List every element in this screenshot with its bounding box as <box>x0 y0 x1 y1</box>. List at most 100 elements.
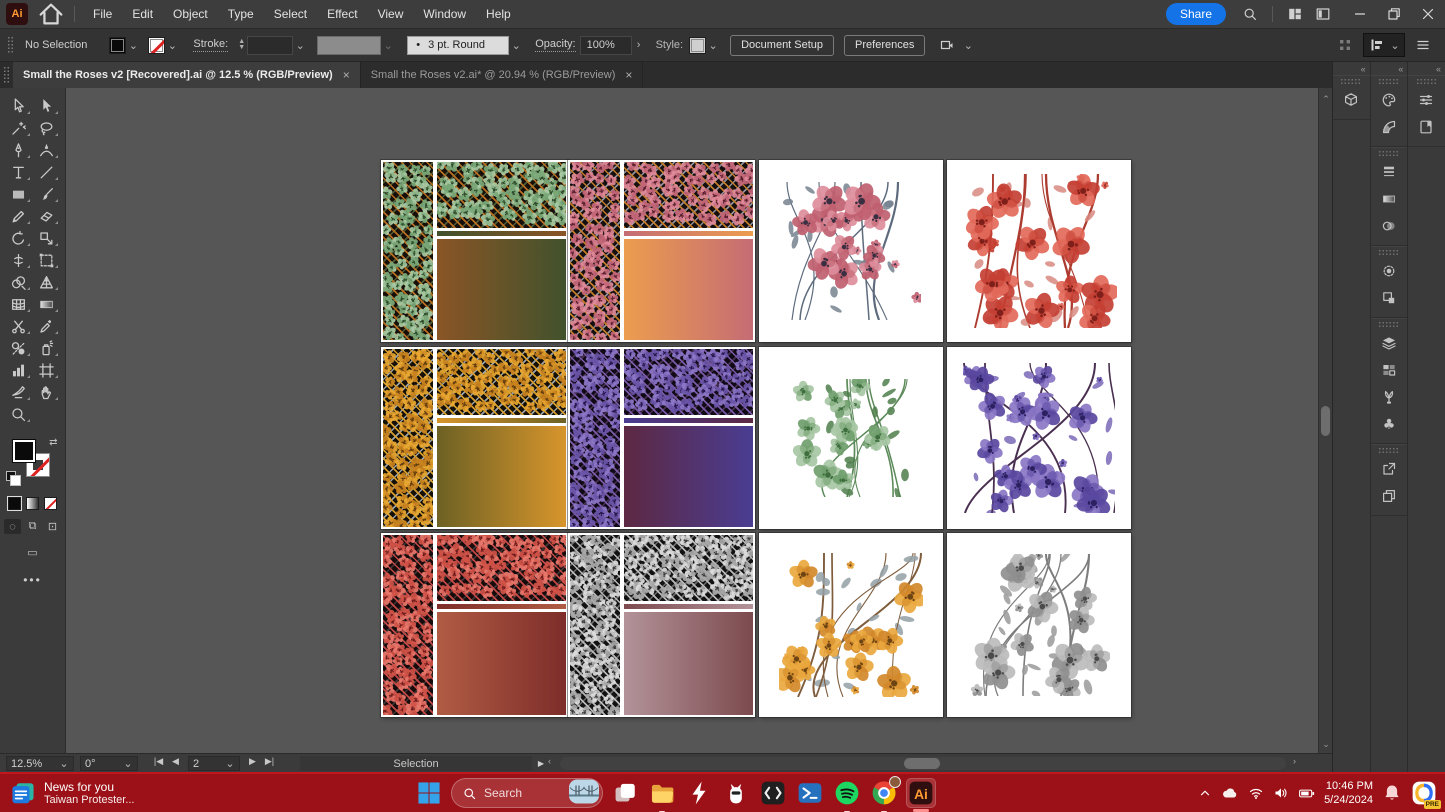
screen-mode-icon[interactable]: ▭ <box>27 546 37 559</box>
collapse-panels-icon[interactable]: « <box>1408 62 1445 75</box>
prev-artboard-icon[interactable]: ◀ <box>167 756 184 767</box>
zoom-tool[interactable] <box>5 403 33 425</box>
panel-layers-icon[interactable] <box>1371 330 1408 357</box>
search-highlight-image[interactable] <box>569 779 599 807</box>
taskbar-app-illustrator[interactable]: Ai <box>906 778 936 808</box>
style-swatch[interactable] <box>689 37 706 54</box>
panel-gradient-panel-icon[interactable] <box>1371 186 1408 213</box>
restore-button[interactable] <box>1377 0 1411 28</box>
gradient-button[interactable] <box>26 497 39 510</box>
zoom-level-select[interactable]: 12.5%⌄ <box>6 756 74 771</box>
pattern-artboard-5[interactable] <box>381 533 568 717</box>
last-artboard-icon[interactable]: ▶| <box>261 756 278 767</box>
tray-battery-icon[interactable] <box>1298 785 1315 802</box>
collapse-panels-icon[interactable]: « <box>1371 62 1408 75</box>
first-artboard-icon[interactable]: |◀ <box>150 756 167 767</box>
floral-artboard-6[interactable] <box>947 533 1131 717</box>
panel-appearance-icon[interactable] <box>1371 258 1408 285</box>
collapse-panels-icon[interactable]: « <box>1333 62 1370 75</box>
scale-tool[interactable] <box>33 227 61 249</box>
taskbar-app-llama[interactable] <box>721 778 751 808</box>
artboard-navigation-select[interactable]: 2⌄ <box>188 756 240 771</box>
color-button[interactable] <box>8 497 21 510</box>
width-tool[interactable] <box>5 249 33 271</box>
panel-export-icon[interactable] <box>1371 456 1408 483</box>
vertical-scrollbar[interactable]: ⌃ ⌄ <box>1318 88 1332 753</box>
menu-effect[interactable]: Effect <box>317 0 367 28</box>
opacity-expand-icon[interactable]: › <box>632 36 646 54</box>
draw-behind-icon[interactable]: ⧉ <box>24 519 41 534</box>
floral-artboard-2[interactable] <box>947 160 1131 342</box>
share-button[interactable]: Share <box>1166 3 1226 25</box>
panel-cube-icon[interactable] <box>1333 87 1370 114</box>
status-expand-icon[interactable]: ▶ <box>534 756 548 771</box>
tray-chevron-up-icon[interactable] <box>1198 786 1212 800</box>
pattern-artboard-3[interactable] <box>381 347 568 529</box>
slice-tool[interactable] <box>5 381 33 403</box>
perspective-grid-tool[interactable] <box>33 271 61 293</box>
artboard-tool[interactable] <box>33 359 61 381</box>
pattern-artboard-4[interactable] <box>568 347 755 529</box>
rectangle-tool[interactable] <box>5 183 33 205</box>
horizontal-scrollbar[interactable] <box>560 757 1286 770</box>
panel-group-grip[interactable] <box>1378 150 1400 157</box>
magic-wand-tool[interactable] <box>5 117 33 139</box>
start-button[interactable] <box>414 778 444 808</box>
horizontal-scroll-thumb[interactable] <box>904 758 940 769</box>
free-transform-tool[interactable] <box>33 249 61 271</box>
panel-group-grip[interactable] <box>1378 447 1400 454</box>
taskbar-news-widget[interactable]: News for you Taiwan Protester... <box>10 780 135 806</box>
lasso-tool[interactable] <box>33 117 61 139</box>
rotate-tool[interactable] <box>5 227 33 249</box>
tray-volume-icon[interactable] <box>1273 785 1289 801</box>
default-fill-stroke-icon[interactable] <box>6 471 16 481</box>
curvature-tool[interactable] <box>33 139 61 161</box>
close-button[interactable] <box>1411 0 1445 28</box>
draw-normal-icon[interactable]: ◌ <box>4 519 21 534</box>
floral-artboard-4[interactable] <box>947 347 1131 529</box>
taskbar-app-explorer[interactable] <box>647 778 677 808</box>
align-panel-button[interactable]: ⌄ <box>1363 33 1405 57</box>
gradient-tool[interactable] <box>33 293 61 315</box>
stroke-weight-value[interactable] <box>247 36 293 55</box>
eraser-tool[interactable] <box>33 205 61 227</box>
fill-color-swatch[interactable] <box>109 37 126 54</box>
tab-close-icon[interactable]: × <box>343 68 350 82</box>
tray-cloud-icon[interactable] <box>1221 784 1239 802</box>
symbol-sprayer-tool[interactable] <box>33 337 61 359</box>
menu-help[interactable]: Help <box>476 0 521 28</box>
document-tab-2[interactable]: Small the Roses v2.ai* @ 20.94 % (RGB/Pr… <box>361 62 644 88</box>
menu-file[interactable]: File <box>83 0 122 28</box>
taskbar-app-spotify[interactable] <box>832 778 862 808</box>
stroke-weight-stepper[interactable]: ▲▼ <box>236 36 247 54</box>
vertical-scroll-thumb[interactable] <box>1321 406 1330 436</box>
canvas[interactable] <box>66 88 1318 753</box>
stroke-weight-label[interactable]: Stroke: <box>193 38 228 52</box>
panel-color-icon[interactable] <box>1371 87 1408 114</box>
type-tool[interactable] <box>5 161 33 183</box>
panel-group-grip[interactable] <box>1416 78 1438 85</box>
workspace-switcher-icon[interactable] <box>1281 0 1309 28</box>
panel-libraries-icon[interactable] <box>1408 114 1445 141</box>
panel-artboards-panel-icon[interactable] <box>1371 357 1408 384</box>
controlbar-grip[interactable] <box>7 36 14 54</box>
panel-group-grip[interactable] <box>1378 321 1400 328</box>
style-dropdown-icon[interactable]: ⌄ <box>706 36 720 54</box>
none-button[interactable] <box>44 497 57 510</box>
scroll-up-icon[interactable]: ⌃ <box>1319 92 1333 106</box>
tabbar-grip[interactable] <box>3 66 10 84</box>
arrange-documents-icon[interactable] <box>1309 0 1337 28</box>
line-tool[interactable] <box>33 161 61 183</box>
pen-tool[interactable] <box>5 139 33 161</box>
taskbar-search-input[interactable] <box>484 786 560 800</box>
panel-graphic-styles-icon[interactable] <box>1371 285 1408 312</box>
draw-inside-icon[interactable]: ⊡ <box>44 519 61 534</box>
scroll-right-icon[interactable]: › <box>1293 756 1296 766</box>
search-icon[interactable] <box>1236 0 1264 28</box>
menu-edit[interactable]: Edit <box>122 0 163 28</box>
pencil-tool[interactable] <box>5 205 33 227</box>
opacity-label[interactable]: Opacity: <box>535 38 575 52</box>
stroke-color-swatch[interactable] <box>148 37 165 54</box>
panel-stroke-panel-icon[interactable] <box>1371 159 1408 186</box>
menu-object[interactable]: Object <box>163 0 218 28</box>
